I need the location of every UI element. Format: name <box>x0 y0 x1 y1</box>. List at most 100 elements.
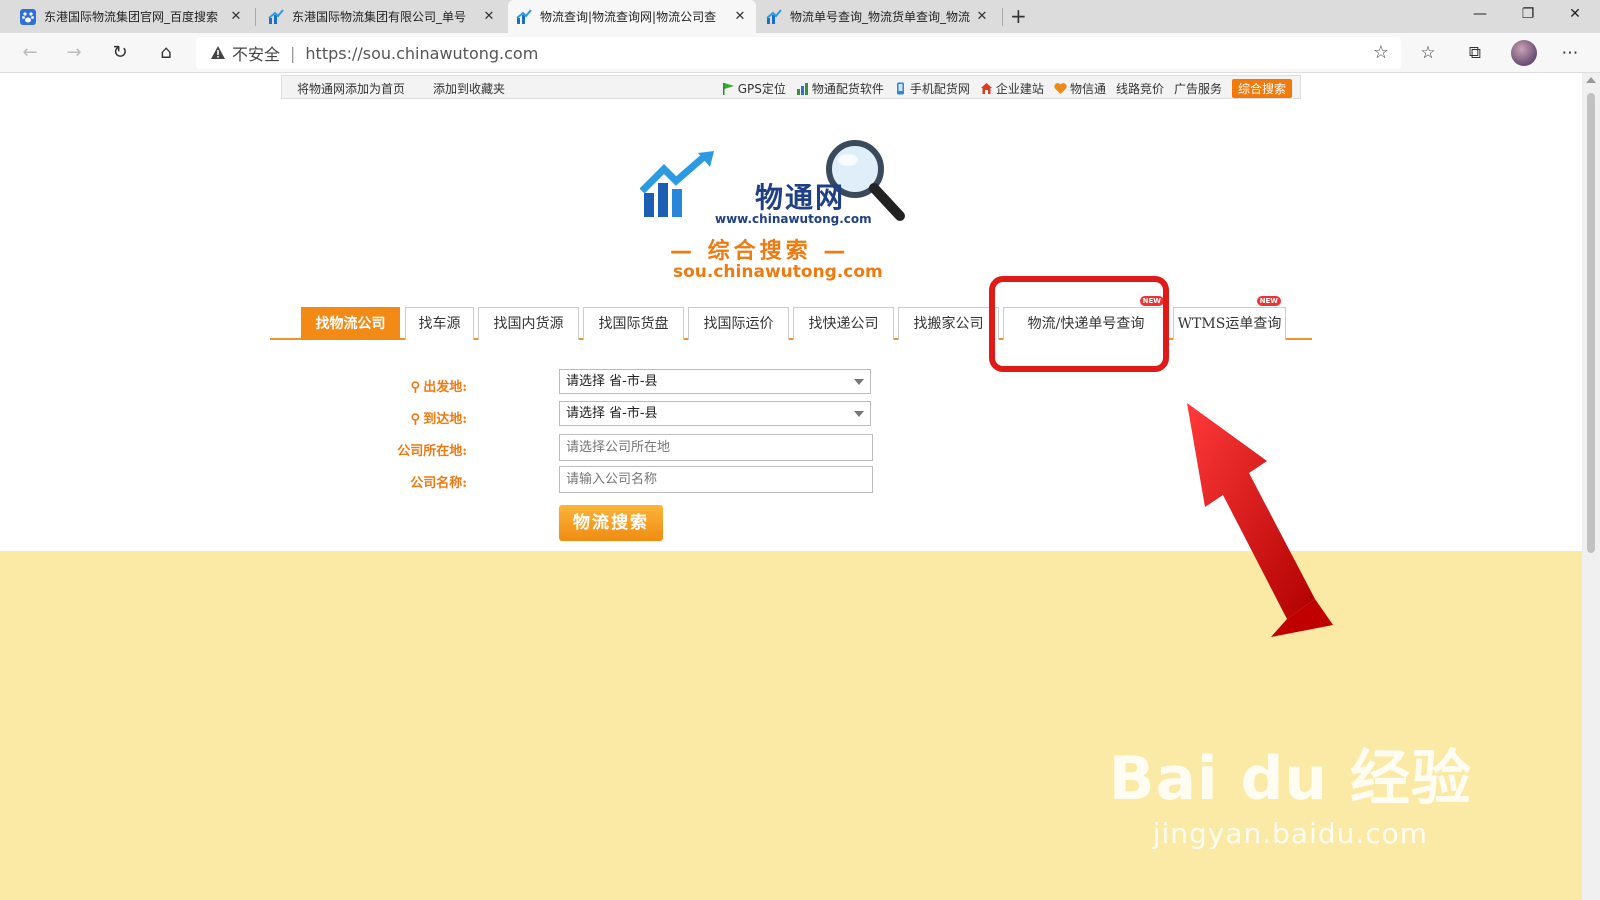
browser-tab-1[interactable]: 东港国际物流集团官网_百度搜索 ✕ <box>12 0 252 33</box>
wuxintong-link-label: 物信通 <box>1069 82 1106 96</box>
logistics-search-button[interactable]: 物流搜索 <box>559 505 663 541</box>
url-text[interactable]: https://sou.chinawutong.com <box>305 44 538 63</box>
software-link[interactable]: 物通配货软件 <box>796 80 884 97</box>
browser-toolbar: ← → ↻ ⌂ 不安全 | https://sou.chinawutong.co… <box>0 33 1600 73</box>
tab-find-intl-cargo[interactable]: 找国际货盘 <box>583 307 684 340</box>
origin-select-value: 请选择 省-市-县 <box>566 374 658 389</box>
chinawutong-chart-icon <box>268 8 284 24</box>
browser-tab-4[interactable]: 物流单号查询_物流货单查询_物流 ✕ <box>758 0 998 33</box>
tab-find-express-company[interactable]: 找快递公司 <box>793 307 894 340</box>
refresh-icon[interactable]: ↻ <box>106 39 134 67</box>
browser-tab-3[interactable]: 物流查询|物流查询网|物流公司查 ✕ <box>508 0 756 33</box>
tab-title: 物流单号查询_物流货单查询_物流 <box>790 10 971 24</box>
tab-label: 找国际货盘 <box>598 316 669 332</box>
profile-avatar[interactable] <box>1511 40 1537 66</box>
mobile-link-label: 手机配货网 <box>909 82 970 96</box>
security-label[interactable]: 不安全 <box>232 41 280 65</box>
collections-icon[interactable]: ⧉ <box>1463 41 1487 65</box>
tab-label: 找快递公司 <box>808 316 879 332</box>
company-name-label: 公司名称: <box>410 476 467 491</box>
bar-chart-icon <box>796 83 808 95</box>
bidding-link[interactable]: 线路竞价 <box>1116 80 1164 97</box>
warning-triangle-icon <box>211 46 225 59</box>
key-icon: ⚲ <box>410 380 421 395</box>
web-page: 将物通网添加为首页 添加到收藏夹 GPS定位 物通配货软件 手机配货网 企业建站… <box>0 73 1582 900</box>
close-icon[interactable]: ✕ <box>228 9 244 24</box>
tab-label: 找车源 <box>418 316 461 332</box>
logo-domain: sou.chinawutong.com <box>673 262 883 282</box>
destination-label-text: 到达地: <box>423 412 467 427</box>
browser-tab-bar: 东港国际物流集团官网_百度搜索 ✕ 东港国际物流集团有限公司_单号 ✕ 物流查询… <box>0 0 1600 33</box>
set-homepage-link[interactable]: 将物通网添加为首页 <box>297 80 405 97</box>
chevron-down-icon <box>854 411 864 417</box>
browser-tab-2[interactable]: 东港国际物流集团有限公司_单号 ✕ <box>260 0 505 33</box>
close-icon[interactable]: ✕ <box>732 9 748 24</box>
site-build-link[interactable]: 企业建站 <box>980 80 1044 97</box>
destination-select-value: 请选择 省-市-县 <box>566 406 658 421</box>
wuxintong-link[interactable]: 物信通 <box>1054 80 1106 97</box>
restore-icon[interactable]: ❐ <box>1513 6 1543 22</box>
add-favorites-link[interactable]: 添加到收藏夹 <box>433 80 505 97</box>
baidu-jingyan-watermark: Bai du 经验 jingyan.baidu.com <box>1109 730 1472 850</box>
tab-label: 找搬家公司 <box>913 316 984 332</box>
gps-link[interactable]: GPS定位 <box>722 80 786 97</box>
tab-label: 找国际运价 <box>703 316 774 332</box>
annotation-red-arrow-icon <box>1187 403 1333 637</box>
vertical-scrollbar[interactable] <box>1582 73 1600 900</box>
back-arrow-icon[interactable]: ← <box>16 39 44 67</box>
mobile-link[interactable]: 手机配货网 <box>894 80 970 97</box>
favorites-list-icon[interactable]: ☆ <box>1416 41 1440 65</box>
close-icon[interactable]: ✕ <box>481 9 497 24</box>
destination-select[interactable]: 请选择 省-市-县 <box>559 401 871 426</box>
home-icon[interactable]: ⌂ <box>152 39 180 67</box>
divider: | <box>290 43 296 63</box>
tab-separator <box>1002 8 1003 26</box>
tab-label: WTMS运单查询 <box>1177 316 1282 332</box>
combined-search-button[interactable]: 综合搜索 <box>1231 79 1292 98</box>
tab-label: 找物流公司 <box>315 316 386 332</box>
site-logo[interactable]: 物通网 www.chinawutong.com — 综合搜索 — sou.chi… <box>640 136 920 286</box>
baidu-paw-icon <box>20 8 36 25</box>
tab-find-vehicles[interactable]: 找车源 <box>405 307 474 340</box>
tab-separator <box>255 8 256 26</box>
tab-find-logistics-company[interactable]: 找物流公司 <box>301 307 400 340</box>
scrollbar-thumb[interactable] <box>1587 93 1595 553</box>
origin-label-text: 出发地: <box>423 380 467 395</box>
minimize-icon[interactable]: — <box>1465 6 1495 22</box>
tab-find-moving-company[interactable]: 找搬家公司 <box>898 307 999 340</box>
site-top-nav: 将物通网添加为首页 添加到收藏夹 GPS定位 物通配货软件 手机配货网 企业建站… <box>281 75 1301 99</box>
new-badge: NEW <box>1256 296 1281 306</box>
window-close-icon[interactable]: ✕ <box>1560 6 1590 22</box>
tab-title: 东港国际物流集团官网_百度搜索 <box>44 10 219 24</box>
favorite-star-icon[interactable]: ☆ <box>1373 42 1389 63</box>
tab-wtms-waybill-query[interactable]: WTMS运单查询 NEW <box>1173 296 1286 340</box>
watermark-sub: jingyan.baidu.com <box>1152 817 1429 850</box>
origin-select[interactable]: 请选择 省-市-县 <box>559 369 871 394</box>
close-icon[interactable]: ✕ <box>974 9 990 24</box>
logo-url: www.chinawutong.com <box>715 212 872 226</box>
logo-chart-icon <box>640 151 714 217</box>
gps-link-label: GPS定位 <box>737 82 786 96</box>
house-icon <box>980 83 992 94</box>
company-location-input[interactable] <box>559 434 873 461</box>
company-location-label: 公司所在地: <box>397 444 467 459</box>
company-name-input[interactable] <box>559 466 873 493</box>
more-menu-icon[interactable]: ⋯ <box>1558 41 1582 65</box>
mobile-phone-icon <box>896 82 904 95</box>
heart-icon <box>1054 83 1067 94</box>
tab-find-domestic-cargo[interactable]: 找国内货源 <box>478 307 579 340</box>
tab-label: 找国内货源 <box>493 316 564 332</box>
watermark-main: Bai du 经验 <box>1108 744 1472 814</box>
logo-title: 物通网 <box>755 181 846 214</box>
scroll-up-icon[interactable] <box>1586 77 1596 83</box>
new-tab-plus-icon[interactable]: + <box>1010 4 1027 28</box>
origin-label: ⚲ 出发地: <box>347 376 467 395</box>
tab-title: 东港国际物流集团有限公司_单号 <box>292 10 467 24</box>
tab-title: 物流查询|物流查询网|物流公司查 <box>540 10 717 24</box>
bidding-link-label: 线路竞价 <box>1115 82 1164 96</box>
tab-find-intl-rates[interactable]: 找国际运价 <box>688 307 789 340</box>
ad-service-link[interactable]: 广告服务 <box>1174 80 1222 97</box>
key-icon: ⚲ <box>410 412 421 427</box>
forward-arrow-icon[interactable]: → <box>60 39 88 67</box>
address-bar[interactable]: 不安全 | https://sou.chinawutong.com ☆ <box>196 37 1401 69</box>
